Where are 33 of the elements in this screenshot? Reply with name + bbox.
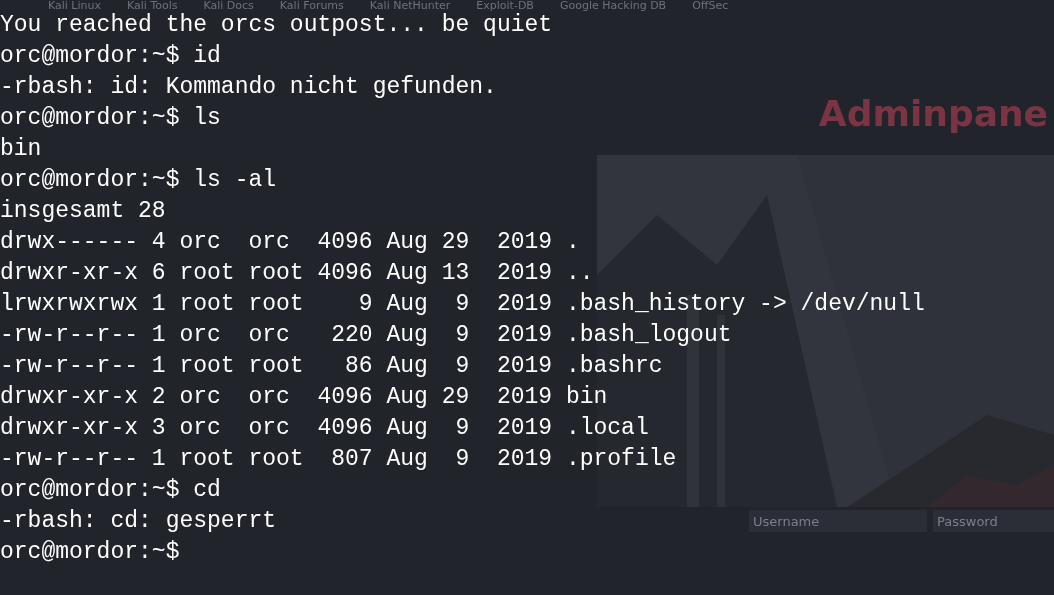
- password-field[interactable]: Password: [933, 510, 1054, 532]
- command-text: ls: [192, 104, 221, 133]
- bookmark-link[interactable]: Kali Tools: [127, 0, 178, 12]
- shell-prompt: orc@mordor:~$: [0, 42, 180, 71]
- shell-prompt: orc@mordor:~$: [0, 538, 180, 567]
- output-line: -rbash: id: Kommando nicht gefunden.: [0, 73, 497, 102]
- command-text: ls -al: [192, 166, 277, 195]
- username-field[interactable]: Username: [749, 510, 927, 532]
- bookmark-link[interactable]: Google Hacking DB: [559, 0, 667, 12]
- output-line: You reached the orcs outpost... be quiet: [0, 11, 553, 40]
- output-line: -rw-r--r-- 1 root root 807 Aug 9 2019 .profile: [0, 445, 677, 474]
- output-line: -rbash: cd: gesperrt: [0, 507, 277, 536]
- bookmark-link[interactable]: Exploit-DB: [476, 0, 534, 12]
- shell-prompt: orc@mordor:~$: [0, 166, 180, 195]
- bookmark-link[interactable]: OffSec: [692, 0, 729, 12]
- shell-prompt: orc@mordor:~$: [0, 476, 180, 505]
- output-line: bin: [0, 135, 42, 164]
- page-heading: Adminpane: [818, 92, 1048, 136]
- output-line: -rw-r--r-- 1 orc orc 220 Aug 9 2019 .bash_logout: [0, 321, 732, 350]
- shell-prompt: orc@mordor:~$: [0, 104, 180, 133]
- command-text: id: [192, 42, 221, 71]
- output-line: lrwxrwxrwx 1 root root 9 Aug 9 2019 .bash_history -> /dev/null: [0, 290, 925, 319]
- output-line: insgesamt 28: [0, 197, 166, 226]
- bookmark-link[interactable]: Kali Linux: [48, 0, 101, 12]
- bookmark-link[interactable]: Kali Forums: [279, 0, 344, 12]
- output-line: drwxr-xr-x 2 orc orc 4096 Aug 29 2019 bin: [0, 383, 608, 412]
- output-line: drwxr-xr-x 6 root root 4096 Aug 13 2019 ..: [0, 259, 594, 288]
- output-line: drwx------ 4 orc orc 4096 Aug 29 2019 .: [0, 228, 580, 257]
- output-line: drwxr-xr-x 3 orc orc 4096 Aug 9 2019 .local: [0, 414, 649, 443]
- command-text: cd: [192, 476, 221, 505]
- output-line: -rw-r--r-- 1 root root 86 Aug 9 2019 .bashrc: [0, 352, 663, 381]
- bookmark-link[interactable]: Kali Docs: [203, 0, 254, 12]
- bookmark-link[interactable]: Kali NetHunter: [369, 0, 451, 12]
